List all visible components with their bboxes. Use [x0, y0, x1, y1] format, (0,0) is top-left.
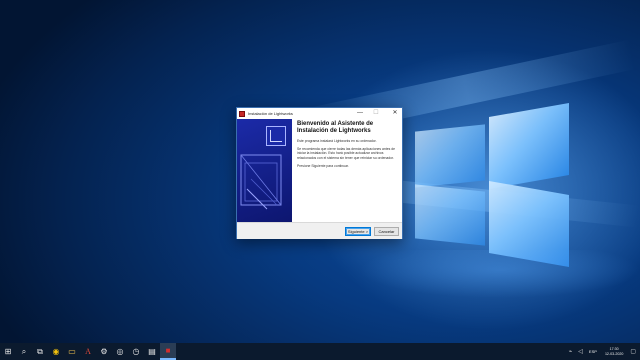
lightworks-app-icon: [239, 110, 245, 117]
title-bar[interactable]: Instalación de Lightworks — ☐ ✕: [237, 108, 402, 119]
clock-app-icon[interactable]: ◷: [128, 343, 144, 360]
clock-date: 12-03-2020: [604, 351, 624, 356]
installer-footer: Siguiente > Cancelar: [237, 222, 402, 239]
search-icon[interactable]: ⌕: [16, 343, 32, 360]
logo-mark-icon: [270, 130, 282, 142]
installer-content: Bienvenido al Asistente de Instalación d…: [297, 121, 400, 168]
volume-icon[interactable]: ◁: [578, 348, 583, 355]
heading-line-1: Bienvenido al Asistente de: [297, 121, 374, 127]
windows-logo-pane: [489, 102, 569, 190]
heading-line-2: Instalación de Lightworks: [297, 128, 371, 134]
chrome-icon[interactable]: ◉: [48, 343, 64, 360]
document-icon[interactable]: ▤: [144, 343, 160, 360]
windows-logo-pane: [415, 184, 485, 246]
intro-text: Este programa instalará Lightworks en su…: [297, 139, 377, 143]
installer-side-banner: [237, 119, 292, 222]
window-title: Instalación de Lightworks: [248, 111, 293, 116]
next-button[interactable]: Siguiente >: [345, 227, 371, 236]
camera-icon[interactable]: ◎: [112, 343, 128, 360]
maximize-button[interactable]: ☐: [370, 108, 382, 118]
recommendation-text: Se recomienda que cierre todas las demás…: [297, 147, 396, 160]
font-app-icon[interactable]: A: [80, 343, 96, 360]
notification-icon[interactable]: ▢: [630, 348, 636, 355]
welcome-heading: Bienvenido al Asistente de Instalación d…: [297, 121, 400, 135]
file-explorer-icon[interactable]: ▭: [64, 343, 80, 360]
lightworks-logo: [266, 126, 286, 146]
network-icon[interactable]: ⌁: [569, 348, 573, 355]
continue-text: Presione Siguiente para continuar.: [297, 163, 349, 168]
minimize-button[interactable]: —: [354, 108, 366, 118]
start-button[interactable]: ⊞: [0, 343, 16, 360]
windows-logo-pane: [415, 124, 485, 188]
clock[interactable]: 17:30 12-03-2020: [605, 347, 623, 356]
settings-icon[interactable]: ⚙: [96, 343, 112, 360]
light-floor: [300, 250, 640, 343]
system-tray: ⌁ ◁ ESP 17:30 12-03-2020 ▢: [566, 343, 640, 360]
lightworks-taskbar-icon[interactable]: ■: [160, 343, 176, 360]
installer-window: Instalación de Lightworks — ☐ ✕ Bienveni…: [236, 107, 403, 239]
cancel-button[interactable]: Cancelar: [374, 227, 399, 236]
task-view-icon[interactable]: ⧉: [32, 343, 48, 360]
language-indicator[interactable]: ESP: [589, 349, 597, 354]
close-button[interactable]: ✕: [389, 108, 401, 118]
taskbar: ⊞ ⌕ ⧉ ◉ ▭ A ⚙ ◎ ◷ ▤ ■ ⌁ ◁ ESP 17:30 12-0…: [0, 343, 640, 360]
